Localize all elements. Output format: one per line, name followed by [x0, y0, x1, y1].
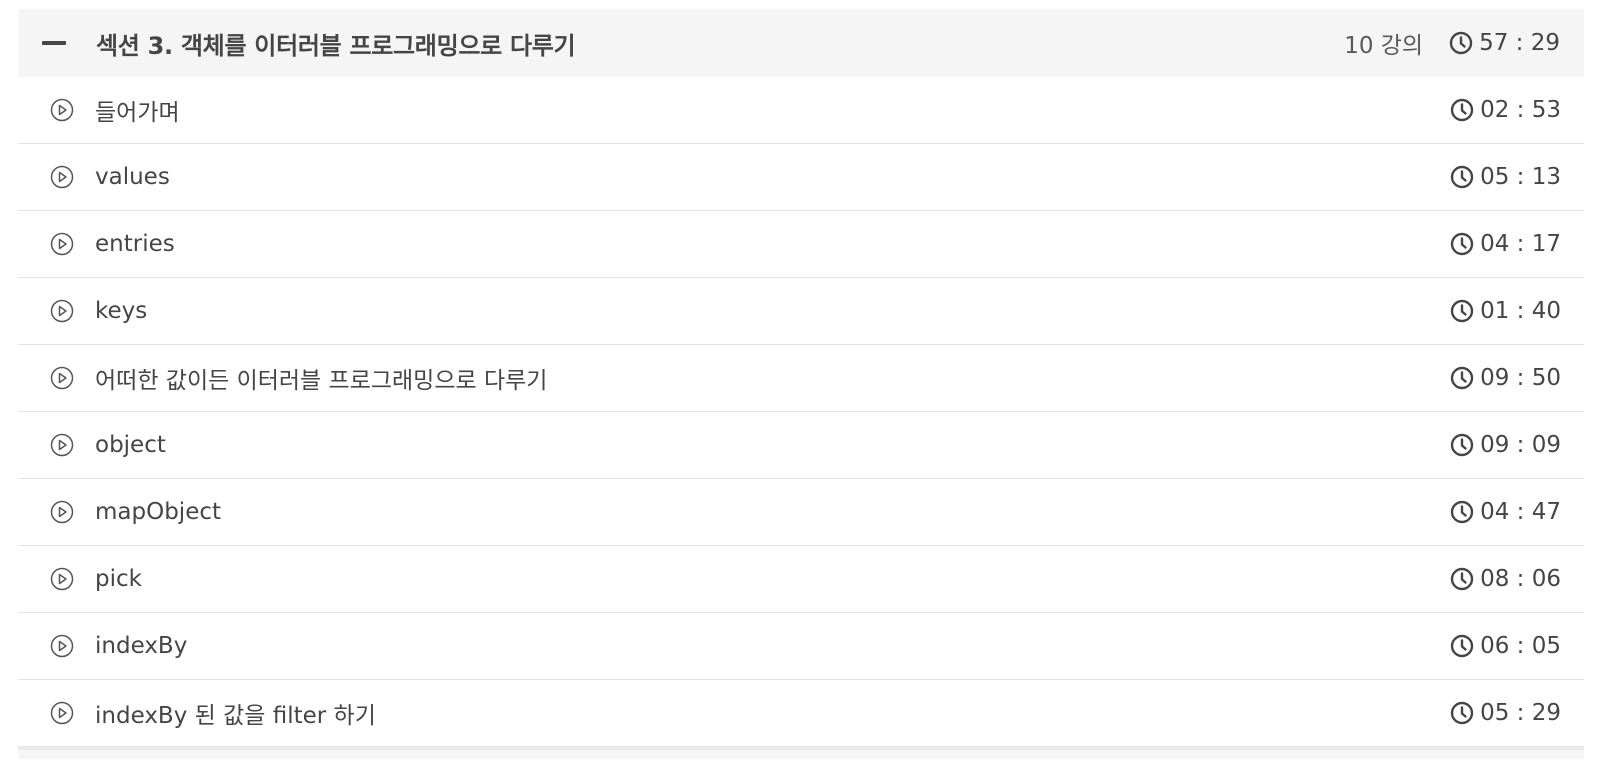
- lecture-duration-text: 04 : 17: [1480, 231, 1561, 257]
- lecture-title: keys: [95, 298, 148, 324]
- lecture-duration-text: 08 : 06: [1480, 566, 1561, 592]
- lecture-item[interactable]: 어떠한 값이든 이터러블 프로그래밍으로 다루기 09 : 50: [18, 345, 1584, 412]
- lecture-duration: 06 : 05: [1450, 633, 1561, 659]
- lecture-title: object: [95, 432, 166, 458]
- lecture-title: 어떠한 값이든 이터러블 프로그래밍으로 다루기: [95, 368, 548, 394]
- play-icon: [49, 700, 75, 726]
- lecture-duration-text: 04 : 47: [1480, 499, 1561, 525]
- play-icon: [49, 499, 75, 525]
- lecture-title: indexBy 된 값을 filter 하기: [95, 703, 376, 729]
- lecture-title: entries: [95, 231, 175, 257]
- curriculum-section: 섹션 3. 객체를 이터러블 프로그래밍으로 다루기 10 강의 57 : 29…: [18, 9, 1584, 759]
- play-icon: [49, 97, 75, 123]
- play-icon: [49, 365, 75, 391]
- lecture-item[interactable]: indexBy 06 : 05: [18, 613, 1584, 680]
- minus-icon[interactable]: [42, 31, 66, 55]
- clock-icon: [1450, 299, 1474, 323]
- lecture-title: pick: [95, 566, 142, 592]
- lecture-duration-text: 09 : 50: [1480, 365, 1561, 391]
- lecture-item[interactable]: values 05 : 13: [18, 144, 1584, 211]
- section-title: 섹션 3. 객체를 이터러블 프로그래밍으로 다루기: [96, 31, 576, 60]
- play-icon: [49, 298, 75, 324]
- lecture-duration: 09 : 09: [1450, 432, 1561, 458]
- play-icon: [49, 164, 75, 190]
- lecture-duration-text: 05 : 13: [1480, 164, 1561, 190]
- clock-icon: [1449, 31, 1473, 55]
- lecture-item[interactable]: indexBy 된 값을 filter 하기 05 : 29: [18, 680, 1584, 747]
- lecture-title: indexBy: [95, 633, 188, 659]
- lecture-duration: 04 : 47: [1450, 499, 1561, 525]
- lecture-title: mapObject: [95, 499, 222, 525]
- section-duration-text: 57 : 29: [1479, 30, 1560, 56]
- lecture-duration: 05 : 13: [1450, 164, 1561, 190]
- lecture-title: 들어가며: [95, 100, 180, 126]
- clock-icon: [1450, 634, 1474, 658]
- lecture-duration-text: 06 : 05: [1480, 633, 1561, 659]
- play-icon: [49, 566, 75, 592]
- lecture-duration: 04 : 17: [1450, 231, 1561, 257]
- lecture-item[interactable]: entries 04 : 17: [18, 211, 1584, 278]
- section-duration: 57 : 29: [1449, 30, 1560, 56]
- lecture-duration: 08 : 06: [1450, 566, 1561, 592]
- clock-icon: [1450, 98, 1474, 122]
- clock-icon: [1450, 165, 1474, 189]
- clock-icon: [1450, 366, 1474, 390]
- clock-icon: [1450, 232, 1474, 256]
- lecture-title: values: [95, 164, 170, 190]
- clock-icon: [1450, 701, 1474, 725]
- lecture-count: 10 강의: [1344, 33, 1424, 59]
- clock-icon: [1450, 567, 1474, 591]
- clock-icon: [1450, 500, 1474, 524]
- next-section-edge: [18, 747, 1584, 759]
- lecture-duration: 01 : 40: [1450, 298, 1561, 324]
- lecture-item[interactable]: pick 08 : 06: [18, 546, 1584, 613]
- lecture-item[interactable]: 들어가며 02 : 53: [18, 77, 1584, 144]
- lecture-duration: 02 : 53: [1450, 97, 1561, 123]
- lecture-duration-text: 02 : 53: [1480, 97, 1561, 123]
- lecture-item[interactable]: object 09 : 09: [18, 412, 1584, 479]
- play-icon: [49, 432, 75, 458]
- lecture-item[interactable]: mapObject 04 : 47: [18, 479, 1584, 546]
- lecture-duration: 05 : 29: [1450, 700, 1561, 726]
- lecture-item[interactable]: keys 01 : 40: [18, 278, 1584, 345]
- play-icon: [49, 231, 75, 257]
- lecture-list: 들어가며 02 : 53 values 05 : 13 entries 04:…: [18, 77, 1584, 747]
- lecture-duration-text: 09 : 09: [1480, 432, 1561, 458]
- lecture-duration: 09 : 50: [1450, 365, 1561, 391]
- lecture-duration-text: 01 : 40: [1480, 298, 1561, 324]
- section-header[interactable]: 섹션 3. 객체를 이터러블 프로그래밍으로 다루기 10 강의 57 : 29: [18, 9, 1584, 77]
- clock-icon: [1450, 433, 1474, 457]
- play-icon: [49, 633, 75, 659]
- lecture-duration-text: 05 : 29: [1480, 700, 1561, 726]
